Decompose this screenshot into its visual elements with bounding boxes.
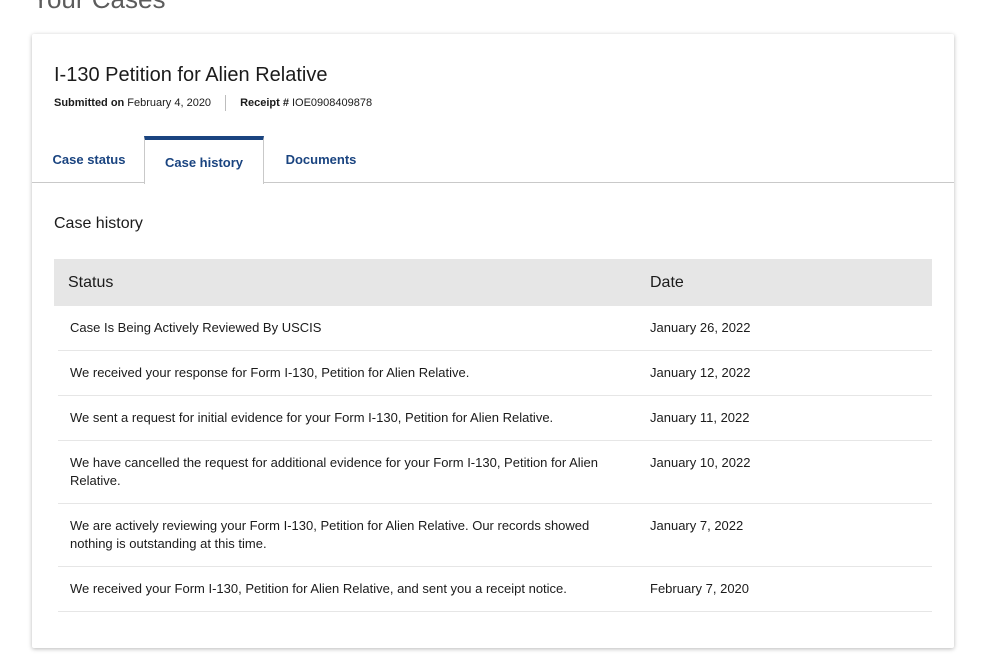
table-row: We have cancelled the request for additi… bbox=[58, 441, 932, 504]
section-title: Case history bbox=[54, 215, 143, 232]
row-status: We received your Form I-130, Petition fo… bbox=[70, 581, 567, 596]
row-date: February 7, 2020 bbox=[650, 581, 750, 596]
table-row: We sent a request for initial evidence f… bbox=[58, 396, 932, 441]
table-row: We received your Form I-130, Petition fo… bbox=[58, 567, 932, 612]
submitted-date: February 4, 2020 bbox=[127, 97, 212, 109]
submitted-label: Submitted on bbox=[54, 97, 125, 109]
row-status: We sent a request for initial evidence f… bbox=[70, 410, 554, 425]
tab-documents[interactable]: Documents bbox=[264, 136, 378, 183]
row-date: January 11, 2022 bbox=[650, 410, 750, 425]
page-heading: Your Cases bbox=[32, 0, 165, 12]
case-meta: Submitted on February 4, 2020 Receipt # … bbox=[54, 95, 372, 111]
row-status: We are actively reviewing your Form I-13… bbox=[70, 518, 590, 551]
meta-divider bbox=[225, 95, 227, 111]
receipt-number: IOE0908409878 bbox=[291, 97, 373, 109]
table-row: We received your response for Form I-130… bbox=[58, 351, 932, 396]
receipt-label: Receipt # bbox=[240, 97, 289, 109]
row-date: January 12, 2022 bbox=[650, 365, 751, 380]
tab-case-history[interactable]: Case history bbox=[144, 136, 264, 184]
history-table: Status Date Case Is Being Actively Revie… bbox=[54, 259, 932, 612]
case-card: I-130 Petition for Alien Relative Submit… bbox=[32, 34, 954, 648]
tab-case-status[interactable]: Case status bbox=[32, 136, 144, 183]
row-status: We received your response for Form I-130… bbox=[70, 365, 470, 380]
table-row: Case Is Being Actively Reviewed By USCIS… bbox=[58, 306, 932, 351]
case-title: I-130 Petition for Alien Relative bbox=[54, 64, 328, 86]
table-row: We are actively reviewing your Form I-13… bbox=[58, 504, 932, 567]
row-status: Case Is Being Actively Reviewed By USCIS bbox=[70, 320, 322, 335]
column-header-date: Date bbox=[650, 273, 684, 291]
row-date: January 7, 2022 bbox=[650, 518, 744, 533]
row-date: January 26, 2022 bbox=[650, 320, 751, 335]
column-header-status: Status bbox=[68, 273, 114, 291]
row-status: We have cancelled the request for additi… bbox=[70, 455, 598, 488]
row-date: January 10, 2022 bbox=[650, 455, 751, 470]
case-tabs: Case status Case history Documents bbox=[32, 136, 954, 184]
table-header: Status Date bbox=[54, 259, 932, 306]
